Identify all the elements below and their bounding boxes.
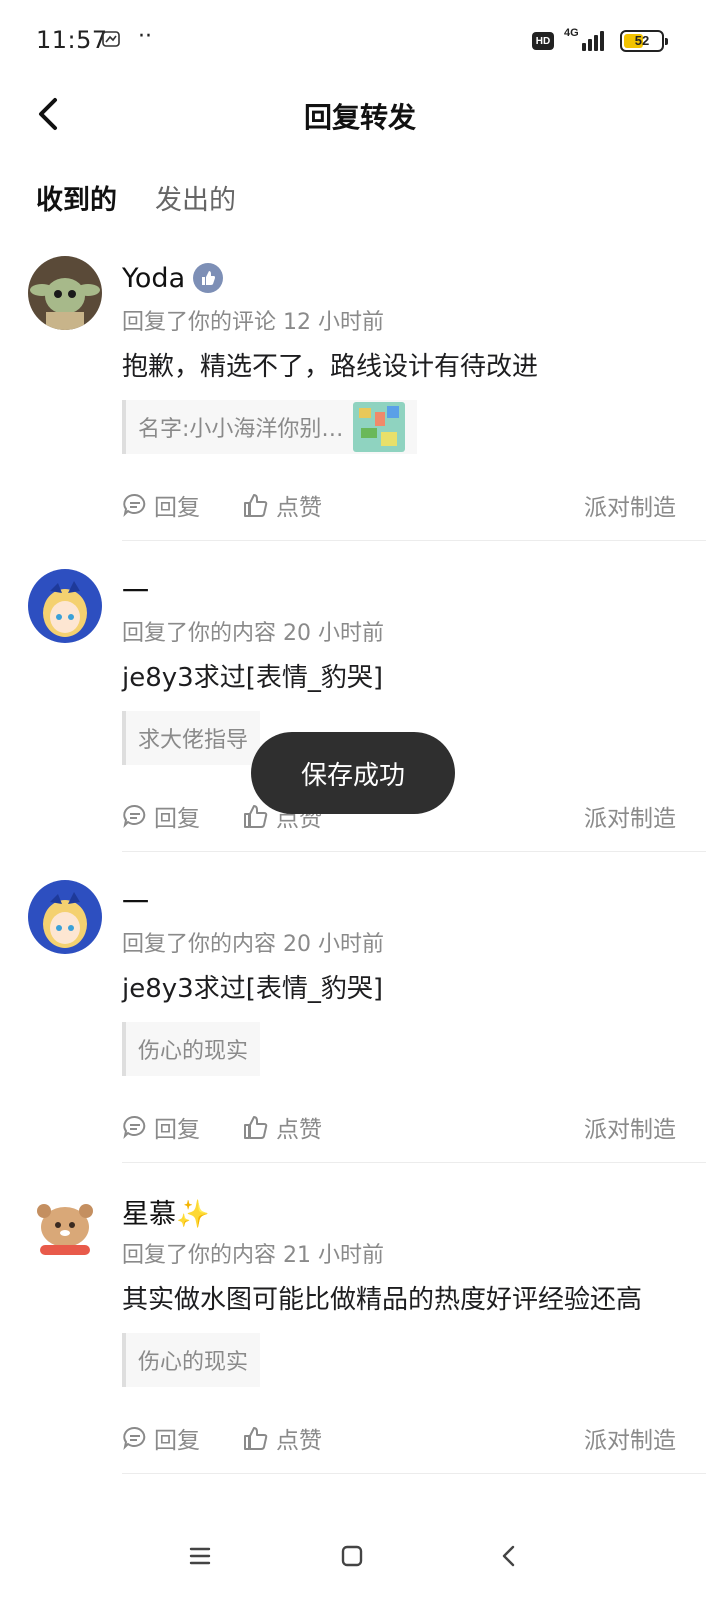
system-back-button[interactable] (486, 1534, 530, 1578)
reply-meta: 回复了你的评论 12 小时前 (122, 310, 384, 335)
comment-icon (123, 1426, 146, 1451)
avatar[interactable] (28, 569, 102, 643)
tab-received[interactable]: 收到的 (36, 178, 117, 228)
verified-thumb-badge-icon (193, 263, 224, 293)
status-more-dots: ·· (138, 24, 152, 49)
reply-feed: Yoda 回复了你的评论 12 小时前 抱歉，精选不了，路线设计有待改进 名字:… (0, 250, 720, 1474)
reply-text: je8y3求过[表情_豹哭] (122, 974, 383, 1004)
thumbs-up-icon (244, 1427, 268, 1450)
thumbs-up-icon (244, 1116, 268, 1139)
active-tab-indicator (38, 216, 115, 226)
quote-text: 求大佬指导 (138, 728, 249, 753)
avatar[interactable] (28, 1191, 102, 1265)
source-label[interactable]: 派对制造 (584, 1110, 676, 1144)
comment-icon (123, 804, 146, 829)
avatar[interactable] (28, 256, 102, 330)
quote-text: 伤心的现实 (138, 1039, 249, 1064)
status-right-group: HD 4G 52 (532, 26, 668, 56)
user-name[interactable]: Yoda (122, 263, 185, 294)
like-button[interactable]: 点赞 (242, 1421, 322, 1455)
reply-button[interactable]: 回复 (122, 488, 200, 522)
quote-thumbnail (353, 402, 406, 452)
reply-button[interactable]: 回复 (122, 799, 200, 833)
source-label[interactable]: 派对制造 (584, 799, 676, 833)
reply-button[interactable]: 回复 (122, 1421, 200, 1455)
source-label[interactable]: 派对制造 (584, 1421, 676, 1455)
quoted-content[interactable]: 伤心的现实 (122, 1333, 261, 1387)
reply-meta: 回复了你的内容 20 小时前 (122, 932, 384, 957)
page-title: 回复转发 (303, 101, 416, 134)
reply-text: 其实做水图可能比做精品的热度好评经验还高 (122, 1285, 643, 1315)
app-header: 回复转发 (0, 82, 720, 146)
reply-text: je8y3求过[表情_豹哭] (122, 663, 383, 693)
reply-meta: 回复了你的内容 21 小时前 (122, 1243, 384, 1268)
status-bar: 11:57 ·· HD 4G 52 (0, 0, 720, 82)
thumbs-up-icon (244, 494, 268, 517)
quoted-content[interactable]: 求大佬指导 (122, 711, 261, 765)
notification-app-icon (102, 31, 120, 47)
list-item: 星慕✨ 回复了你的内容 21 小时前 其实做水图可能比做精品的热度好评经验还高 … (0, 1163, 720, 1474)
hd-badge: HD (532, 32, 554, 50)
comment-icon (123, 1115, 146, 1140)
quote-text: 名字:小小海洋你别… (138, 417, 344, 442)
battery-icon: 52 (620, 30, 668, 52)
reply-text: 抱歉，精选不了，路线设计有待改进 (122, 352, 539, 382)
source-label[interactable]: 派对制造 (584, 488, 676, 522)
home-square-icon (341, 1545, 363, 1567)
quoted-content[interactable]: 伤心的现实 (122, 1022, 261, 1076)
back-triangle-icon (502, 1545, 515, 1567)
tab-sent[interactable]: 发出的 (155, 178, 236, 228)
quote-text: 伤心的现实 (138, 1350, 249, 1375)
thumbs-up-icon (244, 805, 268, 828)
recent-apps-button[interactable] (178, 1534, 222, 1578)
battery-percent: 52 (634, 33, 650, 48)
tab-bar: 收到的 发出的 (36, 178, 236, 228)
signal-icon: 4G (564, 27, 610, 53)
user-name[interactable]: 一 (122, 881, 149, 920)
user-name[interactable]: 星慕✨ (122, 1192, 210, 1231)
reply-meta: 回复了你的内容 20 小时前 (122, 621, 384, 646)
menu-icon (189, 1547, 211, 1565)
user-name[interactable]: 一 (122, 570, 149, 609)
network-type: 4G (564, 27, 579, 39)
like-button[interactable]: 点赞 (242, 1110, 322, 1144)
toast-message: 保存成功 (251, 732, 455, 814)
avatar[interactable] (28, 880, 102, 954)
comment-icon (123, 493, 146, 518)
reply-button[interactable]: 回复 (122, 1110, 200, 1144)
list-item: 一 回复了你的内容 20 小时前 je8y3求过[表情_豹哭] 伤心的现实 回复… (0, 852, 720, 1163)
quoted-content[interactable]: 名字:小小海洋你别… (122, 400, 418, 454)
home-button[interactable] (330, 1534, 374, 1578)
list-item: Yoda 回复了你的评论 12 小时前 抱歉，精选不了，路线设计有待改进 名字:… (0, 250, 720, 541)
like-button[interactable]: 点赞 (242, 488, 322, 522)
status-time: 11:57 (36, 26, 108, 54)
system-nav-bar (0, 1512, 720, 1600)
